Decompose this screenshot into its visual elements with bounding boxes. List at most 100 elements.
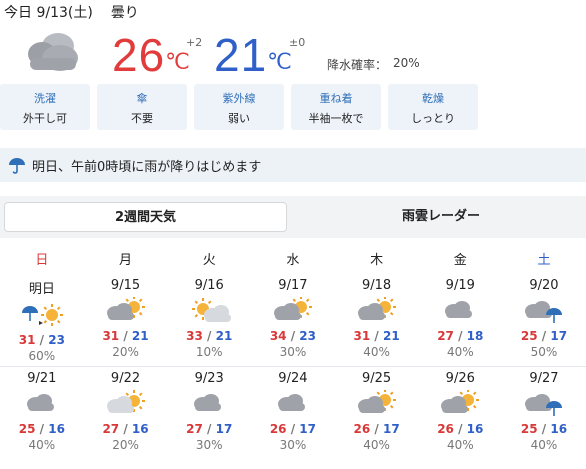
cloud-sun-icon <box>106 297 145 320</box>
forecast-low: 17 <box>550 329 568 343</box>
index-card-dryness[interactable]: 乾燥 しっとり <box>388 84 478 130</box>
precip-label: 降水確率： <box>327 58 388 72</box>
rain-alert[interactable]: 明日、午前0時頃に雨が降りはじめます <box>0 148 586 182</box>
sun-cloud-icon <box>192 298 232 322</box>
forecast-precip: 40% <box>446 345 474 359</box>
precip-value: 20% <box>393 56 420 70</box>
forecast-day-cell[interactable]: 9/16 33 / 21 10% <box>167 274 251 366</box>
temp-separator: / <box>35 422 49 436</box>
forecast-precip: 30% <box>195 438 223 452</box>
temp-separator: / <box>119 329 132 343</box>
forecast-temps: 26 / 17 <box>335 422 419 436</box>
cloud-icon <box>277 394 305 411</box>
forecast-date: 9/19 <box>445 278 475 293</box>
high-unit: ℃ <box>165 49 191 74</box>
forecast-day-cell[interactable]: 9/25 26 / 17 40% <box>335 367 419 467</box>
index-value: 半袖一枚で <box>308 112 364 125</box>
forecast-date: 9/24 <box>278 371 308 386</box>
forecast-day-cell[interactable]: 9/24 26 / 17 30% <box>251 367 335 467</box>
forecast-high: 33 <box>186 329 203 343</box>
forecast-day-cell[interactable]: 9/17 34 / 23 30% <box>251 274 335 366</box>
index-value: しっとり <box>411 112 455 125</box>
temp-separator: / <box>453 329 467 343</box>
forecast-precip: 30% <box>279 438 307 452</box>
weekday-label: 土 <box>537 253 551 268</box>
forecast-date: 9/16 <box>194 278 224 293</box>
forecast-low: 16 <box>48 422 65 436</box>
forecast-precip: 50% <box>530 345 558 359</box>
forecast-temps: 27 / 17 <box>167 422 251 436</box>
forecast-low: 18 <box>466 329 484 343</box>
forecast-day-cell[interactable]: 明日 31 / 23 60% <box>0 274 84 366</box>
forecast-day-cell[interactable]: 9/15 31 / 21 20% <box>84 274 168 366</box>
forecast-high: 31 <box>102 329 120 343</box>
forecast-low: 23 <box>299 329 316 343</box>
today-low-temp: 21℃ <box>214 32 293 87</box>
forecast-precip: 30% <box>279 345 307 359</box>
forecast-day-cell[interactable]: 9/18 31 / 21 40% <box>335 274 419 366</box>
temp-separator: / <box>370 329 383 343</box>
forecast-low: 21 <box>215 329 233 343</box>
forecast-day-cell[interactable]: 9/23 27 / 17 30% <box>167 367 251 467</box>
cloud-icon <box>26 394 54 411</box>
index-card-umbrella[interactable]: 傘 不要 <box>97 84 187 130</box>
cloud-sun-icon <box>273 297 312 320</box>
forecast-high: 26 <box>353 422 371 436</box>
forecast-high: 27 <box>437 329 454 343</box>
index-card-laundry[interactable]: 洗濯 外干し可 <box>0 84 90 130</box>
forecast-temps: 34 / 23 <box>251 329 335 343</box>
weekday-label: 火 <box>202 253 216 268</box>
index-title: 重ね着 <box>319 92 353 105</box>
forecast-high: 31 <box>18 333 36 347</box>
weekday-label: 水 <box>286 253 300 268</box>
forecast-high: 34 <box>269 329 287 343</box>
tab-2week-forecast[interactable]: 2週間天気 <box>4 202 287 232</box>
forecast-day-cell[interactable]: 9/22 27 / 16 20% <box>84 367 168 467</box>
forecast-precip: 40% <box>363 345 390 359</box>
forecast-grid: 日 月 火 水 木 金 土 明日 31 / 23 60% 9/15 31 / 21 20% 9/16 33… <box>0 248 586 467</box>
light-cloud-sun-icon <box>106 390 145 413</box>
forecast-temps: 25 / 17 <box>502 329 586 343</box>
index-title: 洗濯 <box>34 92 56 105</box>
temp-separator: / <box>286 329 300 343</box>
forecast-day-cell[interactable]: 9/21 25 / 16 40% <box>0 367 84 467</box>
forecast-day-cell[interactable]: 9/26 26 / 16 40% <box>418 367 502 467</box>
forecast-precip: 40% <box>28 438 56 452</box>
forecast-high: 26 <box>437 422 454 436</box>
forecast-precip: 20% <box>112 345 139 359</box>
cloud-icon <box>194 394 222 411</box>
forecast-date: 9/20 <box>529 278 559 293</box>
forecast-temps: 25 / 16 <box>502 422 586 436</box>
forecast-low: 17 <box>382 422 400 436</box>
forecast-high: 27 <box>102 422 120 436</box>
forecast-temps: 26 / 17 <box>251 422 335 436</box>
weekday-label: 木 <box>370 253 384 268</box>
forecast-low: 16 <box>131 422 149 436</box>
forecast-high: 31 <box>353 329 371 343</box>
forecast-day-cell[interactable]: 9/20 25 / 17 50% <box>502 274 586 366</box>
forecast-temps: 31 / 21 <box>84 329 168 343</box>
index-value: 弱い <box>228 112 250 125</box>
temp-separator: / <box>453 422 467 436</box>
forecast-date: 9/18 <box>361 278 392 293</box>
temp-separator: / <box>537 329 551 343</box>
forecast-day-cell[interactable]: 9/19 27 / 18 40% <box>418 274 502 366</box>
forecast-temps: 25 / 16 <box>0 422 84 436</box>
index-title: 紫外線 <box>222 92 256 105</box>
index-title: 傘 <box>136 92 148 105</box>
weekday-label: 金 <box>453 253 467 268</box>
index-card-layering[interactable]: 重ね着 半袖一枚で <box>291 84 381 130</box>
forecast-precip: 40% <box>446 438 474 452</box>
rain-then-sun-icon <box>21 304 63 326</box>
forecast-date: 明日 <box>28 282 55 297</box>
index-card-uv[interactable]: 紫外線 弱い <box>194 84 284 130</box>
forecast-high: 25 <box>520 329 538 343</box>
forecast-precip: 20% <box>112 438 139 452</box>
high-diff: +2 <box>186 36 203 49</box>
forecast-high: 27 <box>186 422 203 436</box>
forecast-low: 16 <box>466 422 484 436</box>
weekday-label: 日 <box>35 253 49 268</box>
tab-rain-radar[interactable]: 雨雲レーダー <box>300 202 582 232</box>
precip-probability: 降水確率： 20% <box>327 56 420 73</box>
forecast-day-cell[interactable]: 9/27 25 / 16 40% <box>502 367 586 467</box>
